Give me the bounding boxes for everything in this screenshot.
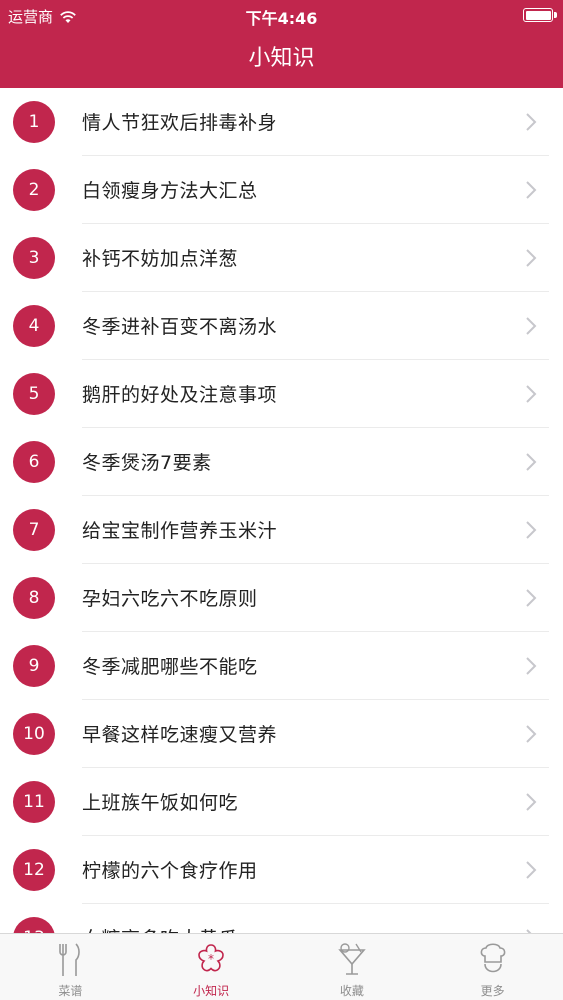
tab-label: 菜谱 [58,984,83,998]
item-title: 上班族午饭如何吃 [82,792,239,814]
fork-knife-icon [59,943,81,976]
list-item[interactable]: 7 给宝宝制作营养玉米汁 [0,496,563,564]
cocktail-icon [338,943,366,975]
tab-label: 收藏 [339,984,364,998]
item-title: 冬季进补百变不离汤水 [82,316,278,338]
item-title: 白领瘦身方法大汇总 [82,180,258,202]
tab-favorites[interactable]: 收藏 [282,934,423,1000]
chevron-right-icon [526,249,537,267]
page-title: 小知识 [248,46,315,71]
list-item[interactable]: 13 血糖高多吃大黄瓜 [0,904,563,933]
chef-hat-icon [480,943,506,973]
list-item[interactable]: 9 冬季减肥哪些不能吃 [0,632,563,700]
item-title: 冬季煲汤7要素 [82,452,212,474]
chevron-right-icon [526,453,537,471]
number-badge: 12 [13,849,55,891]
chevron-right-icon [526,113,537,131]
tab-label: 更多 [480,984,505,998]
number-badge: 6 [13,441,55,483]
number-badge: 2 [13,169,55,211]
item-title: 情人节狂欢后排毒补身 [82,112,278,134]
tab-recipes[interactable]: 菜谱 [0,934,141,1000]
item-title: 早餐这样吃速瘦又营养 [82,724,278,746]
svg-text:*: * [208,952,214,966]
list-item[interactable]: 6 冬季煲汤7要素 [0,428,563,496]
tab-more[interactable]: 更多 [422,934,563,1000]
number-badge: 10 [13,713,55,755]
list-item[interactable]: 5 鹅肝的好处及注意事项 [0,360,563,428]
item-title: 冬季减肥哪些不能吃 [82,656,258,678]
number-badge: 9 [13,645,55,687]
item-title: 孕妇六吃六不吃原则 [82,588,258,610]
list-item[interactable]: 2 白领瘦身方法大汇总 [0,156,563,224]
list-item[interactable]: 10 早餐这样吃速瘦又营养 [0,700,563,768]
number-badge: 4 [13,305,55,347]
status-bar: 运营商 下午4:46 [0,0,563,30]
number-badge: 11 [13,781,55,823]
list-item[interactable]: 4 冬季进补百变不离汤水 [0,292,563,360]
chevron-right-icon [526,861,537,879]
chevron-right-icon [526,725,537,743]
number-badge: 3 [13,237,55,279]
tab-knowledge[interactable]: * 小知识 [141,934,282,1000]
flower-star-icon: * [198,944,224,972]
chevron-right-icon [526,385,537,403]
item-title: 柠檬的六个食疗作用 [82,860,258,882]
number-badge: 5 [13,373,55,415]
tab-bar: 菜谱 * 小知识 收藏 更多 [0,933,563,1000]
item-title: 鹅肝的好处及注意事项 [82,384,278,406]
header: 运营商 下午4:46 小知识 [0,0,563,88]
number-badge: 1 [13,101,55,143]
list-item[interactable]: 3 补钙不妨加点洋葱 [0,224,563,292]
chevron-right-icon [526,521,537,539]
list-item[interactable]: 8 孕妇六吃六不吃原则 [0,564,563,632]
item-title: 补钙不妨加点洋葱 [82,248,239,270]
chevron-right-icon [526,317,537,335]
chevron-right-icon [526,181,537,199]
list-item[interactable]: 1 情人节狂欢后排毒补身 [0,88,563,156]
chevron-right-icon [526,793,537,811]
number-badge: 13 [13,917,55,933]
item-title: 血糖高多吃大黄瓜 [82,924,238,933]
list-item[interactable]: 11 上班族午饭如何吃 [0,768,563,836]
knowledge-list[interactable]: 1 情人节狂欢后排毒补身 2 白领瘦身方法大汇总 3 补钙不妨加点洋葱 4 冬季… [0,88,563,933]
tab-label: 小知识 [193,984,230,998]
battery-icon [523,8,557,22]
item-title: 给宝宝制作营养玉米汁 [82,520,278,542]
list-item[interactable]: 12 柠檬的六个食疗作用 [0,836,563,904]
clock: 下午4:46 [245,9,318,28]
number-badge: 7 [13,509,55,551]
number-badge: 8 [13,577,55,619]
chevron-right-icon [526,657,537,675]
chevron-right-icon [526,589,537,607]
